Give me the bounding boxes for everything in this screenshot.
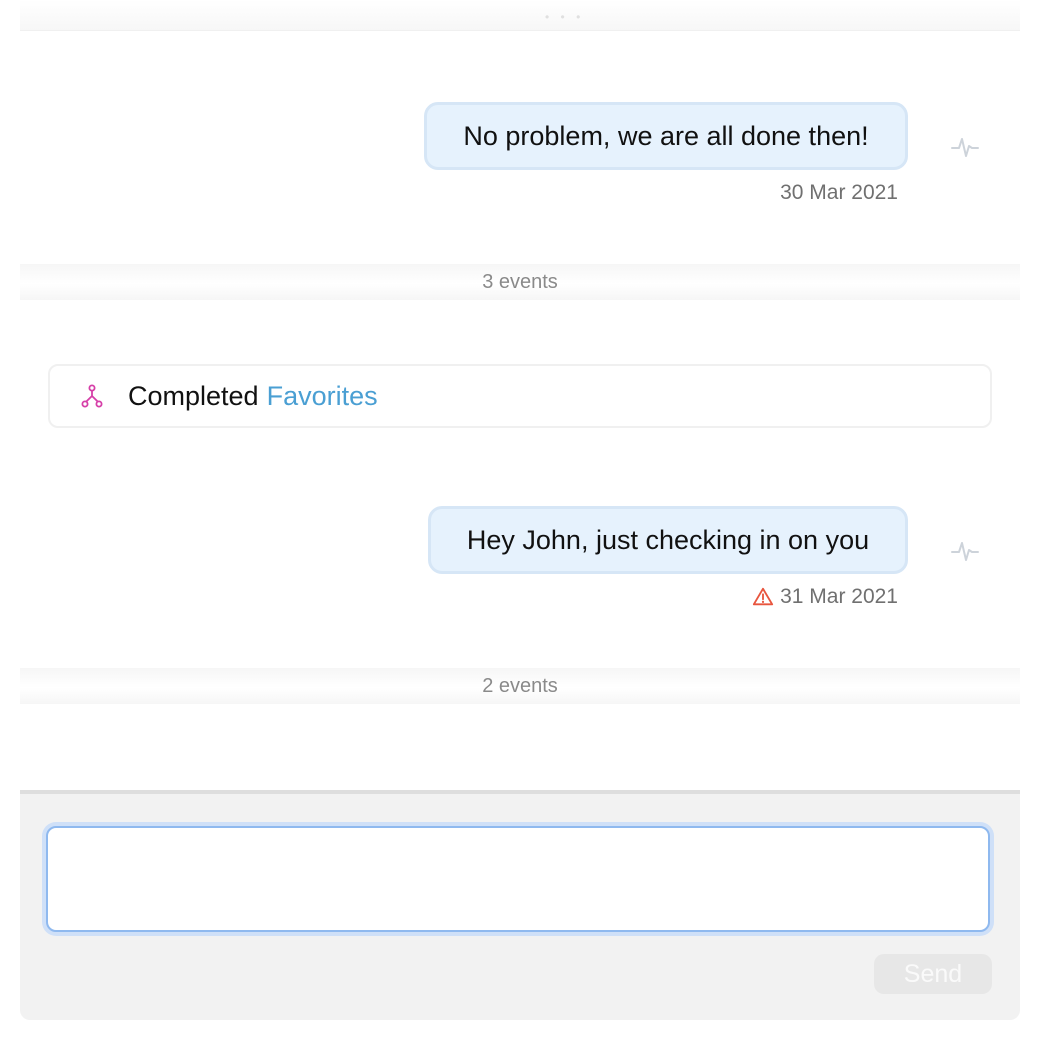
event-text: Completed xyxy=(128,380,259,411)
send-button[interactable]: Send xyxy=(874,954,992,994)
message-bubble[interactable]: No problem, we are all done then! xyxy=(424,102,908,170)
message-timestamp: 30 Mar 2021 xyxy=(600,178,898,208)
event-link-favorites[interactable]: Favorites xyxy=(267,381,378,412)
message-bubble[interactable]: Hey John, just checking in on you xyxy=(428,506,908,574)
events-collapsed-group[interactable]: 2 events xyxy=(20,668,1020,704)
message-date: 31 Mar 2021 xyxy=(780,585,898,608)
message-date: 30 Mar 2021 xyxy=(780,181,898,204)
events-count-label: 2 events xyxy=(482,674,558,697)
events-count-label: 3 events xyxy=(482,270,558,293)
warning-icon[interactable] xyxy=(752,586,774,608)
pulse-icon[interactable] xyxy=(950,536,980,566)
message-input[interactable] xyxy=(46,826,990,932)
message-timestamp: 31 Mar 2021 xyxy=(600,582,898,612)
top-loading-strip: • • • xyxy=(20,0,1020,31)
flow-icon xyxy=(81,384,103,408)
message-text: No problem, we are all done then! xyxy=(463,120,869,151)
loading-dots-icon: • • • xyxy=(545,10,585,24)
events-collapsed-group[interactable]: 3 events xyxy=(20,264,1020,300)
conversation-view: • • • No problem, we are all done then! … xyxy=(0,0,1040,1040)
event-card: Completed Favorites xyxy=(48,364,992,428)
pulse-icon[interactable] xyxy=(950,132,980,162)
message-composer: Send xyxy=(20,790,1020,1020)
message-text: Hey John, just checking in on you xyxy=(466,524,870,555)
